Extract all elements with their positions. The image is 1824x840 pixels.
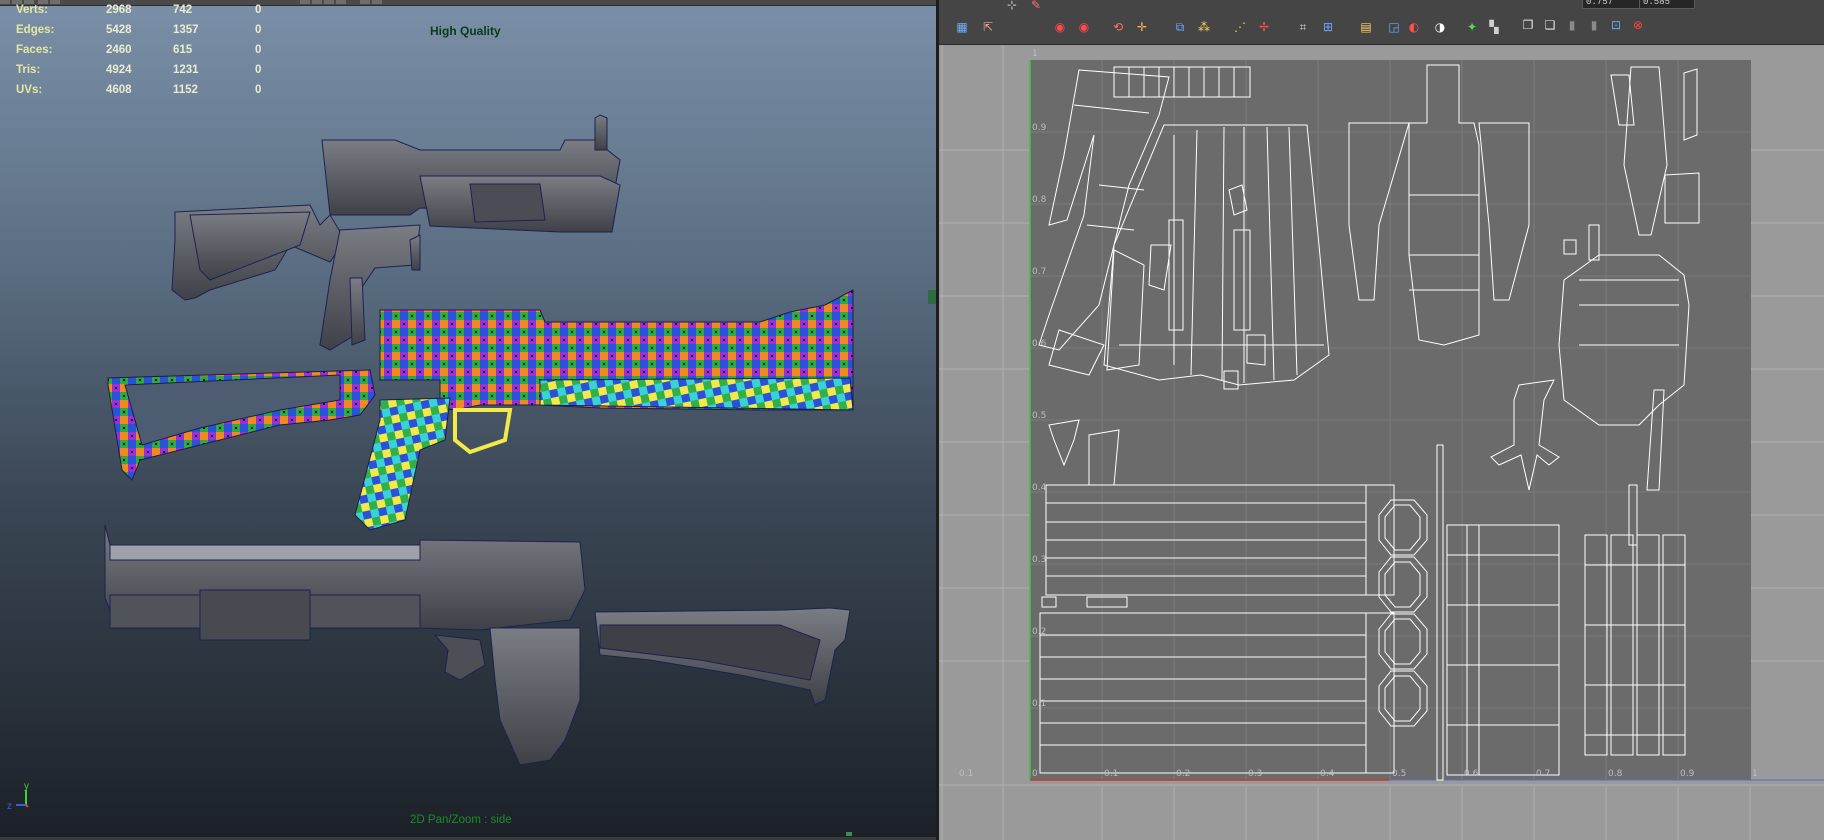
uv-u-coord-field[interactable]: 0.757	[1582, 0, 1640, 9]
u-tick-label: 1	[1752, 769, 1758, 779]
flip-v-icon[interactable]: ◉	[1075, 18, 1093, 36]
checker-icon[interactable]: ◑	[1431, 18, 1449, 36]
stat-value: 4608	[106, 84, 132, 96]
isolate-icon[interactable]: ▚	[1485, 18, 1503, 36]
axis-y-label: y	[24, 781, 29, 792]
stat-value: 742	[173, 4, 193, 16]
stat-label: Tris:	[16, 64, 41, 76]
rotate-ccw-icon[interactable]: ⟲	[1109, 18, 1127, 36]
uv-canvas[interactable]: 1 0.9 0.8 0.7 0.6 0.5 0.4 0.3 0.2 0.1 0.…	[939, 45, 1824, 840]
uv-v-coord-field[interactable]: 0.585	[1639, 0, 1695, 9]
stat-value: 0	[255, 44, 262, 56]
stat-value: 0	[255, 4, 262, 16]
axis-gizmo-icon: y z	[7, 781, 29, 812]
grid-display-icon[interactable]: ▦	[953, 18, 971, 36]
v-tick-label: 0.6	[1032, 339, 1047, 349]
sew-uv-icon[interactable]: ✎	[1027, 0, 1045, 14]
u-tick-label: 0.8	[1608, 769, 1623, 779]
dim-image-icon[interactable]: ✦	[1463, 18, 1481, 36]
v-tick-label: 0.4	[1032, 483, 1047, 493]
3d-viewport[interactable]: Verts: 2968 742 0 Edges: 5428 1357 0 Fac…	[0, 0, 936, 837]
viewport-edge-handle[interactable]	[928, 290, 936, 304]
paste-u-icon[interactable]: ▮	[1563, 16, 1581, 34]
u-tick-label: 0.3	[1248, 769, 1263, 779]
flip-u-icon[interactable]: ◉	[1051, 18, 1069, 36]
unfold-icon[interactable]: ⋰	[1231, 18, 1249, 36]
u-tick-label: 0.1	[959, 769, 974, 779]
paste-uv-icon[interactable]: ❏	[1541, 16, 1559, 34]
sew-uv-icon[interactable]: ⁂	[1195, 18, 1213, 36]
v-tick-label: 0.2	[1032, 627, 1047, 637]
texture-filter-icon[interactable]: ◐	[1405, 18, 1423, 36]
paste-v-icon[interactable]: ▮	[1585, 16, 1603, 34]
stat-label: Faces:	[16, 44, 53, 56]
render-quality-label: High Quality	[430, 24, 501, 38]
move-uv-icon[interactable]: ⊹	[1003, 0, 1021, 14]
u-tick-label: 0.2	[1176, 769, 1191, 779]
stat-value: 1152	[173, 84, 198, 96]
uv-editor-toolbar: 0.757 0.585 ▦ ⇱ ◉ ◉ ⟲ ✛ ⧉ ⁂ ⋰ ✢ ⌗ ⊞ ▤ ◲ …	[939, 0, 1824, 45]
align-icon[interactable]: ⌗	[1294, 18, 1312, 36]
stat-value: 1231	[173, 64, 199, 76]
stat-value: 5428	[106, 24, 132, 36]
stat-value: 615	[173, 44, 193, 56]
u-tick-label: 0.6	[1464, 769, 1479, 779]
viewport-corner-marker	[846, 832, 852, 836]
lattice-icon[interactable]: ⊡	[1607, 16, 1625, 34]
camera-name-label: 2D Pan/Zoom : side	[410, 814, 512, 826]
stat-value: 4924	[106, 64, 132, 76]
u-tick-label: 0.4	[1320, 769, 1335, 779]
copy-uv-icon[interactable]: ❐	[1519, 16, 1537, 34]
stat-value: 0	[255, 24, 262, 36]
grid-uv-icon[interactable]: ⊞	[1319, 18, 1337, 36]
stat-value: 0	[255, 84, 262, 96]
rotate-cw-icon[interactable]: ✛	[1133, 18, 1151, 36]
weapon-middle-checker	[107, 289, 854, 531]
uv-shell-icon[interactable]: ◲	[1385, 18, 1403, 36]
v-tick-label: 0.8	[1032, 195, 1047, 205]
axis-z-label: z	[7, 801, 12, 812]
v-tick-label: 0.3	[1032, 555, 1047, 565]
u-tick-label: 0	[1032, 769, 1038, 779]
v-tick-label: 0.7	[1032, 267, 1047, 277]
stat-label: Verts:	[16, 4, 48, 16]
v-axis-top-label: 1	[1032, 49, 1038, 59]
weapon-bottom-grey	[104, 524, 851, 766]
snapshot-icon[interactable]: ▤	[1357, 18, 1375, 36]
uv-layout-svg[interactable]	[939, 45, 1824, 840]
layout-uv-icon[interactable]: ✢	[1255, 18, 1273, 36]
stat-value: 2460	[106, 44, 132, 56]
stat-value: 1357	[173, 24, 199, 36]
u-tick-label: 0.7	[1536, 769, 1551, 779]
uv-texture-editor[interactable]: 0.757 0.585 ▦ ⇱ ◉ ◉ ⟲ ✛ ⧉ ⁂ ⋰ ✢ ⌗ ⊞ ▤ ◲ …	[939, 0, 1824, 840]
cut-uv-icon[interactable]: ⧉	[1171, 18, 1189, 36]
stat-label: UVs:	[16, 84, 43, 96]
u-tick-label: 0.9	[1680, 769, 1695, 779]
select-tool-icon[interactable]: ⇱	[979, 18, 997, 36]
stat-value: 2968	[106, 4, 132, 16]
v-tick-label: 0.1	[1032, 699, 1047, 709]
weapon-models[interactable]	[0, 0, 936, 837]
u-tick-label: 0.1	[1104, 769, 1119, 779]
stat-label: Edges:	[16, 24, 55, 36]
stat-value: 0	[255, 64, 262, 76]
v-tick-label: 0.5	[1032, 411, 1047, 421]
delete-icon[interactable]: ⊗	[1629, 16, 1647, 34]
u-tick-label: 0.5	[1392, 769, 1407, 779]
v-tick-label: 0.9	[1032, 123, 1047, 133]
